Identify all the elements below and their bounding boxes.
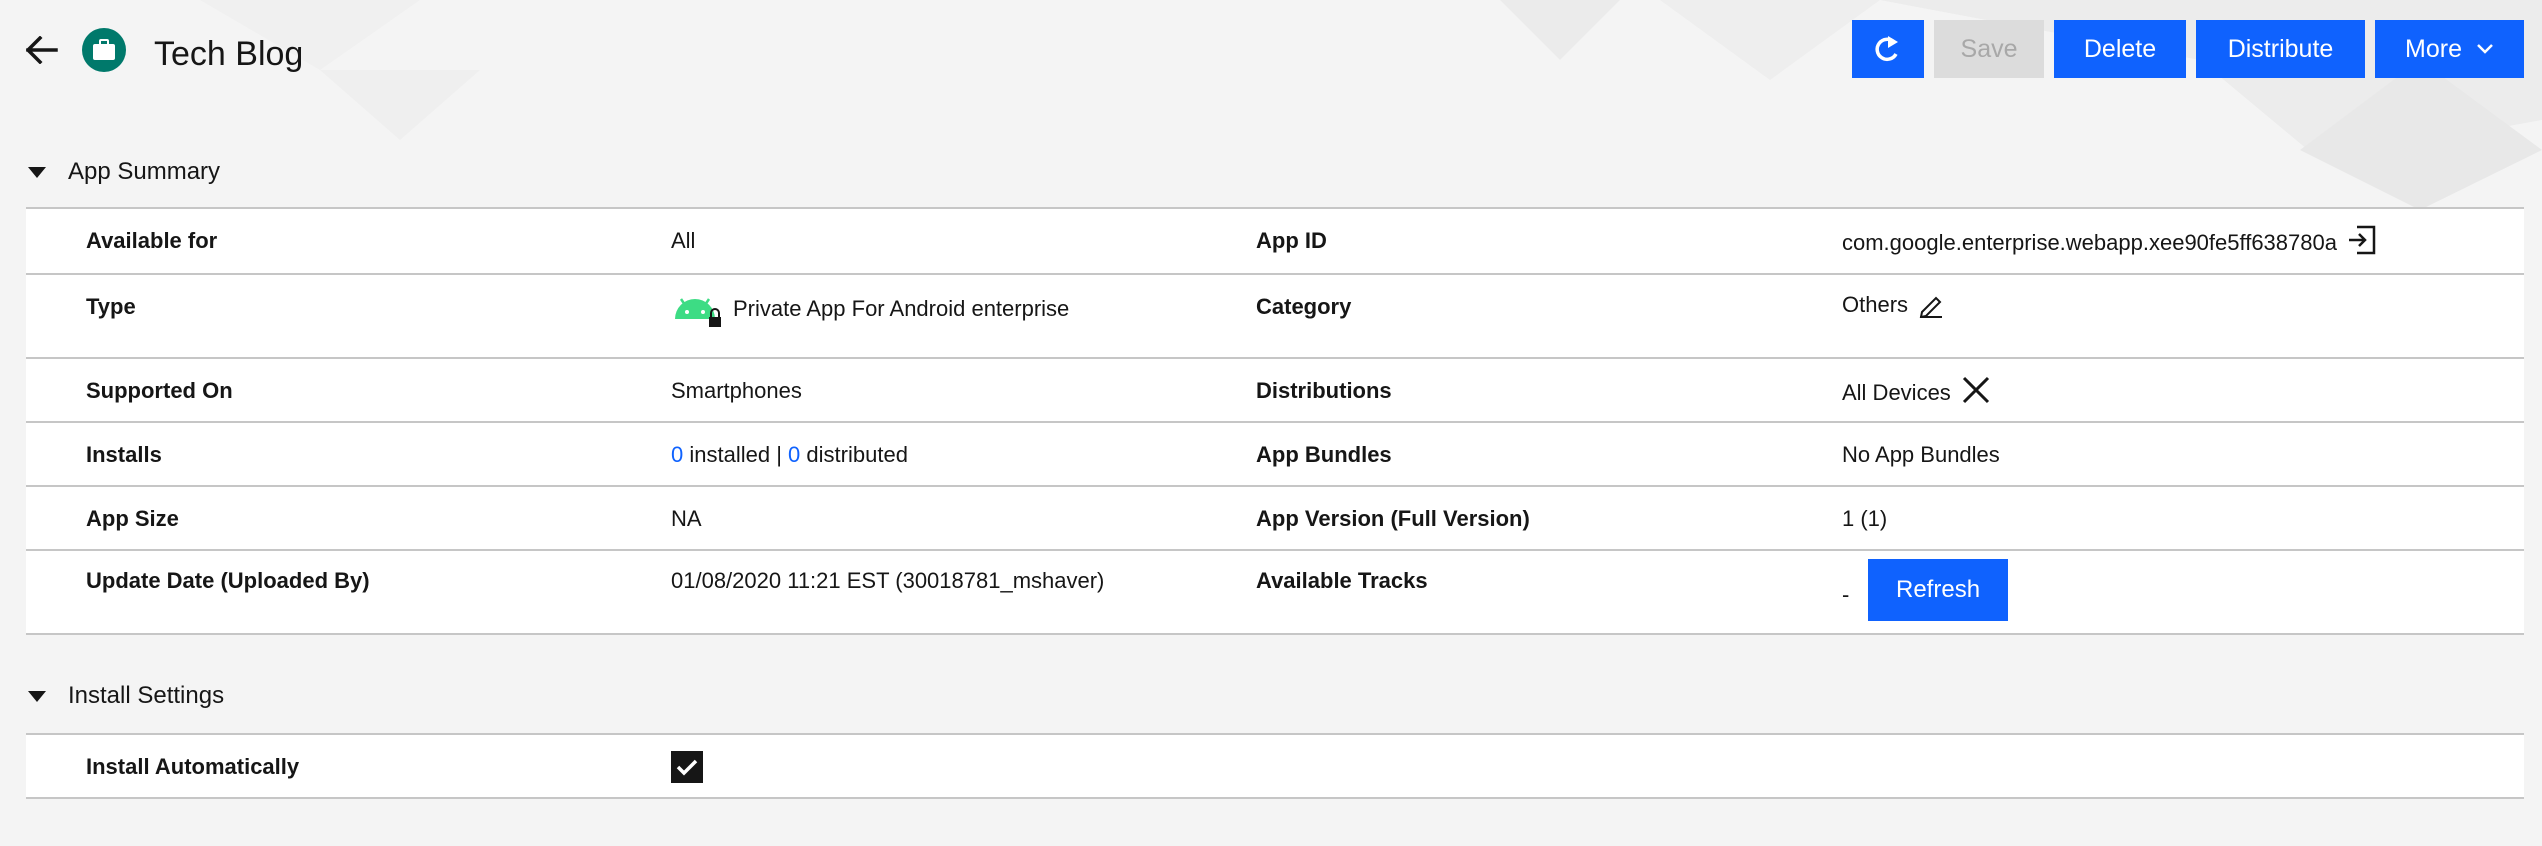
field-value: NA <box>671 506 702 531</box>
delete-button[interactable]: Delete <box>2054 20 2186 78</box>
chevron-down-icon <box>2477 44 2493 54</box>
field-label: App Size <box>86 506 179 531</box>
section-title: App Summary <box>68 158 221 185</box>
field-label: Install Automatically <box>86 754 300 779</box>
install-settings-toggle[interactable]: Install Settings <box>28 682 224 710</box>
installs-field: 0 installed | 0 distributed <box>671 441 908 469</box>
app-icon <box>82 28 126 72</box>
refresh-tracks-button[interactable]: Refresh <box>1868 559 2009 621</box>
close-icon[interactable] <box>1961 375 1991 405</box>
field-label: Category <box>1256 294 1352 319</box>
caret-down-icon <box>28 690 46 702</box>
back-button[interactable] <box>22 30 62 70</box>
arrow-left-icon <box>26 36 58 64</box>
field-label: Available Tracks <box>1256 568 1428 593</box>
distributed-text: distributed <box>806 442 908 467</box>
table-row: Type Private App For Android enterprise … <box>26 275 2524 359</box>
save-button[interactable]: Save <box>1934 20 2044 78</box>
field-label: Available for <box>86 228 218 253</box>
distributions-field: All Devices <box>1842 373 1991 407</box>
table-row: Install Automatically <box>26 735 2524 799</box>
refresh-button[interactable] <box>1852 20 1924 78</box>
section-title: Install Settings <box>68 682 225 709</box>
app-summary-toggle[interactable]: App Summary <box>28 158 220 186</box>
edit-pencil-icon[interactable] <box>1918 292 1944 318</box>
caret-down-icon <box>28 166 46 178</box>
copy-login-icon[interactable] <box>2347 224 2377 256</box>
type-field: Private App For Android enterprise <box>671 289 1069 329</box>
table-row: Supported On Smartphones Distributions A… <box>26 359 2524 423</box>
field-value: Others <box>1842 292 1909 317</box>
field-label: Type <box>86 294 136 319</box>
field-value: No App Bundles <box>1842 442 2000 467</box>
table-row: Update Date (Uploaded By) 01/08/2020 11:… <box>26 551 2524 635</box>
field-value: Private App For Android enterprise <box>733 296 1070 321</box>
installed-text: installed | <box>689 442 782 467</box>
action-toolbar: Save Delete Distribute More <box>1852 20 2524 78</box>
distribute-button[interactable]: Distribute <box>2196 20 2365 78</box>
field-value: All <box>671 228 696 253</box>
field-value: 1 (1) <box>1842 506 1888 531</box>
install-settings-table: Install Automatically <box>26 733 2524 799</box>
field-label: Update Date (Uploaded By) <box>86 568 370 593</box>
field-label: Installs <box>86 442 162 467</box>
page-header: Tech Blog Save Delete Distribute More <box>0 0 2542 110</box>
checkmark-icon <box>676 759 698 776</box>
field-label: Supported On <box>86 378 233 403</box>
table-row: Installs 0 installed | 0 distributed App… <box>26 423 2524 487</box>
checkbox-checked[interactable] <box>671 751 703 783</box>
more-button[interactable]: More <box>2375 20 2524 78</box>
field-label: Distributions <box>1256 378 1392 403</box>
installed-count-link[interactable]: 0 <box>671 442 683 467</box>
distributed-count-link[interactable]: 0 <box>788 442 800 467</box>
field-value: - <box>1842 582 1850 607</box>
app-summary-table: Available for All App ID com.google.ente… <box>26 207 2524 635</box>
field-label: App Bundles <box>1256 442 1392 467</box>
table-row: Available for All App ID com.google.ente… <box>26 209 2524 275</box>
field-value: Smartphones <box>671 378 802 403</box>
category-field: Others <box>1842 291 1944 319</box>
field-label: App ID <box>1256 228 1327 253</box>
android-lock-icon <box>675 298 721 327</box>
field-label: App Version (Full Version) <box>1256 506 1530 531</box>
install-automatically-checkbox[interactable] <box>671 751 703 783</box>
field-value: 01/08/2020 11:21 EST (30018781_mshaver) <box>671 568 1105 593</box>
app-id-value: com.google.enterprise.webapp.xee90fe5ff6… <box>1842 230 2337 255</box>
briefcase-icon <box>93 39 115 60</box>
more-label: More <box>2405 34 2462 63</box>
refresh-icon <box>1875 36 1898 62</box>
app-id-field: com.google.enterprise.webapp.xee90fe5ff6… <box>1842 223 2377 257</box>
page-title: Tech Blog <box>154 35 304 73</box>
field-value: All Devices <box>1842 380 1951 405</box>
table-row: App Size NA App Version (Full Version) 1… <box>26 487 2524 551</box>
